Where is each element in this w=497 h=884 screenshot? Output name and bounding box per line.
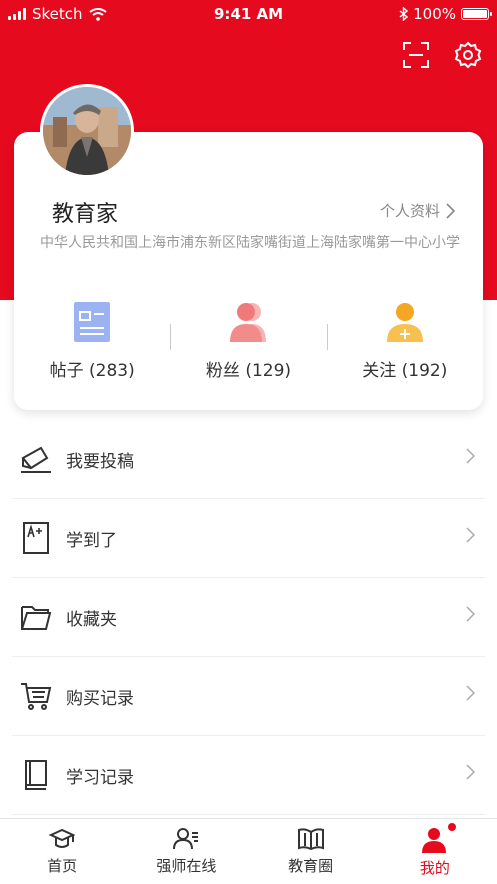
follow-icon bbox=[386, 303, 423, 342]
book-icon bbox=[18, 757, 54, 793]
stat-fans[interactable]: 粉丝 (129) bbox=[170, 300, 326, 390]
menu-item-label: 购买记录 bbox=[66, 688, 134, 709]
chevron-right-icon bbox=[466, 764, 475, 780]
avatar-photo bbox=[43, 87, 131, 175]
tab-edu-circle[interactable]: 教育圈 bbox=[249, 819, 373, 884]
chevron-right-icon bbox=[466, 685, 475, 701]
tab-home[interactable]: 首页 bbox=[0, 819, 124, 884]
stat-follow[interactable]: 关注 (192) bbox=[326, 300, 483, 390]
home-icon bbox=[49, 828, 76, 848]
learned-icon bbox=[18, 520, 54, 556]
circle-icon bbox=[297, 828, 324, 851]
me-icon bbox=[421, 828, 446, 853]
menu-item-label: 收藏夹 bbox=[66, 609, 117, 630]
chevron-right-icon bbox=[466, 527, 475, 543]
profile-link[interactable]: 个人资料 bbox=[380, 200, 455, 221]
stats-row: 帖子 (283) 粉丝 (129) 关注 (192) bbox=[14, 300, 483, 390]
chevron-right-icon bbox=[466, 448, 475, 464]
menu-item-learned[interactable]: 学到了 bbox=[12, 499, 485, 578]
menu-item-purchases[interactable]: 购买记录 bbox=[12, 657, 485, 736]
tab-bar: 首页 强师在线 教育圈 我的 bbox=[0, 818, 497, 884]
stat-divider bbox=[170, 324, 172, 350]
header-actions bbox=[401, 40, 483, 70]
stat-posts-label: 帖子 (283) bbox=[49, 361, 135, 381]
teacher-icon bbox=[173, 828, 199, 850]
stat-fans-label: 粉丝 (129) bbox=[205, 361, 292, 381]
tab-label: 首页 bbox=[47, 857, 78, 875]
username: 教育家 bbox=[52, 202, 119, 227]
menu-item-favorites[interactable]: 收藏夹 bbox=[12, 578, 485, 657]
gear-icon[interactable] bbox=[453, 40, 483, 70]
submit-icon bbox=[18, 441, 54, 477]
scan-icon[interactable] bbox=[401, 40, 431, 70]
stat-follow-label: 关注 (192) bbox=[362, 361, 448, 381]
cart-icon bbox=[18, 678, 54, 714]
profile-link-label: 个人资料 bbox=[379, 202, 440, 220]
chevron-right-icon bbox=[466, 606, 475, 622]
battery-icon bbox=[461, 8, 492, 20]
notification-badge bbox=[447, 823, 456, 831]
menu-list: 我要投稿 学到了 收藏夹 购买记录 学习记录 bbox=[12, 420, 485, 815]
stat-divider bbox=[326, 324, 328, 350]
tab-label: 教育圈 bbox=[288, 857, 334, 875]
folder-icon bbox=[18, 599, 54, 635]
battery-label: 100% bbox=[413, 5, 456, 23]
tab-label: 强师在线 bbox=[156, 857, 217, 875]
status-right: 100% bbox=[399, 5, 492, 23]
school-address: 中华人民共和国上海市浦东新区陆家嘴街道上海陆家嘴第一中心小学 bbox=[40, 235, 460, 251]
status-bar: Sketch 9:41 AM 100% bbox=[0, 0, 497, 28]
menu-item-submit[interactable]: 我要投稿 bbox=[12, 420, 485, 499]
menu-item-label: 我要投稿 bbox=[66, 451, 134, 472]
chevron-right-icon bbox=[446, 202, 455, 219]
menu-item-study-history[interactable]: 学习记录 bbox=[12, 736, 485, 815]
fans-icon bbox=[230, 303, 267, 342]
avatar[interactable] bbox=[40, 84, 134, 178]
stat-posts[interactable]: 帖子 (283) bbox=[14, 300, 170, 390]
tab-label: 我的 bbox=[419, 859, 450, 877]
menu-item-label: 学到了 bbox=[66, 530, 117, 551]
menu-item-label: 学习记录 bbox=[66, 767, 134, 788]
bluetooth-icon bbox=[399, 7, 409, 21]
tab-teacher-online[interactable]: 强师在线 bbox=[124, 819, 248, 884]
posts-icon bbox=[74, 302, 111, 342]
tab-me[interactable]: 我的 bbox=[373, 819, 497, 884]
